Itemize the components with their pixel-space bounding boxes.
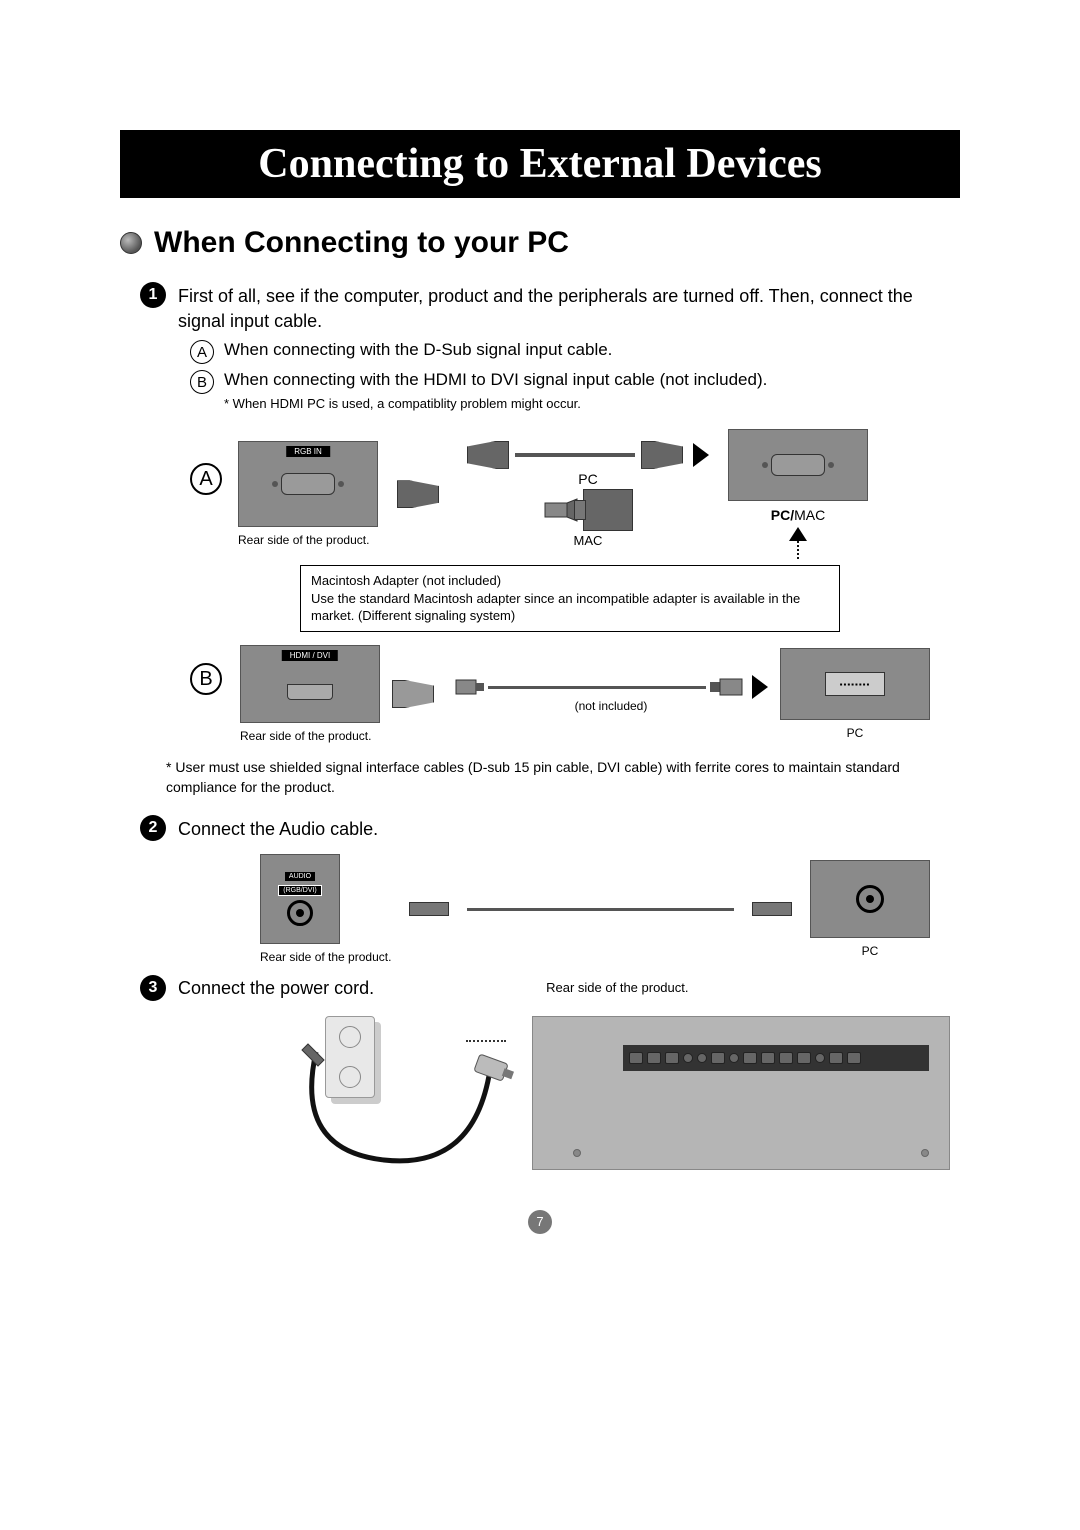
arrow-up-icon [789,527,807,541]
rgb-in-label: RGB IN [286,446,330,457]
pc-label-B: PC [847,726,864,740]
pc-vga-port [728,429,868,501]
audio-plug-icon [409,902,449,916]
mac-adapter-note: Macintosh Adapter (not included) Use the… [300,565,840,632]
page-number: 7 [528,1210,552,1234]
mac-adapter-icon [583,489,633,531]
diagram-letter-A-icon: A [190,463,222,495]
vga-port-icon [771,454,825,476]
step-2-text: Connect the Audio cable. [178,817,378,842]
hdmi-dvi-label: HDMI / DVI [282,650,338,661]
page-title: Connecting to External Devices [120,130,960,198]
step-1-text: First of all, see if the computer, produ… [178,284,960,334]
section-heading: When Connecting to your PC [120,226,960,260]
step-3: 3 Connect the power cord. Rear side of t… [140,974,960,1001]
shielded-cable-note: * User must use shielded signal interfac… [166,758,936,797]
diagram-row-B: B HDMI / DVI Rear side of the product. [190,644,930,744]
rear-caption-audio: Rear side of the product. [260,950,391,964]
step-number-3-icon: 3 [140,975,166,1001]
diagram-power [260,1016,950,1176]
pc-label-audio: PC [862,944,879,958]
audio-cable-icon [467,908,734,911]
power-cord-icon [294,1040,514,1190]
pcmac-pc: PC/ [771,507,794,523]
arrow-right-icon [752,675,768,699]
rear-caption-power: Rear side of the product. [546,980,688,995]
rear-caption-B: Rear side of the product. [240,729,380,743]
section-title-text: When Connecting to your PC [154,226,569,260]
hdmi-note: * When HDMI PC is used, a compatiblity p… [224,396,960,411]
cable-connector-icon [397,480,439,508]
letter-B-icon: B [190,370,214,394]
substep-A-text: When connecting with the D-Sub signal in… [224,340,612,360]
audio-jack-icon [287,900,313,926]
hdmi-dvi-port: HDMI / DVI [240,645,380,723]
rear-port-strip-icon [623,1045,929,1071]
cable-connector-icon [392,680,434,708]
substep-A: A When connecting with the D-Sub signal … [190,340,960,364]
arrow-right-icon [693,443,709,467]
diagram-audio: AUDIO (RGB/DVI) Rear side of the product… [260,854,930,964]
audio-label-top: AUDIO [285,872,315,881]
mac-label: MAC [574,533,603,548]
audio-jack-icon [856,885,884,913]
mac-adapter-note-body: Use the standard Macintosh adapter since… [311,591,800,624]
cable-connector-icon [641,441,683,469]
letter-A-icon: A [190,340,214,364]
pc-audio-port [810,860,930,938]
audio-label-bottom: (RGB/DVI) [278,885,321,896]
pc-label: PC [578,471,597,487]
audio-port-box: AUDIO (RGB/DVI) [260,854,340,944]
step-number-1-icon: 1 [140,282,166,308]
product-rear-panel [532,1016,950,1170]
step-number-2-icon: 2 [140,815,166,841]
hdmi-plug-icon [454,675,484,699]
audio-plug-icon [752,902,792,916]
not-included-label: (not included) [575,699,648,713]
step-2: 2 Connect the Audio cable. [140,815,960,842]
step-1: 1 First of all, see if the computer, pro… [140,282,960,334]
rear-caption-A: Rear side of the product. [238,533,378,547]
diagram-A-B: A RGB IN Rear side of the product. PC [190,429,930,744]
substep-B: B When connecting with the HDMI to DVI s… [190,370,960,394]
hdmi-port-icon [287,684,333,700]
mac-adapter-note-title: Macintosh Adapter (not included) [311,573,501,588]
diagram-letter-B-icon: B [190,663,222,695]
diagram-row-A: A RGB IN Rear side of the product. PC [190,429,930,559]
rgb-in-port: RGB IN [238,441,378,527]
pc-dvi-port: ▪▪▪▪▪▪▪▪ [780,648,930,720]
dvi-plug-icon [710,675,744,699]
pcmac-mac: MAC [794,507,825,523]
step-3-text: Connect the power cord. [178,976,374,1001]
dotted-line-icon [797,541,799,559]
dvi-port-icon: ▪▪▪▪▪▪▪▪ [825,672,885,696]
substep-B-text: When connecting with the HDMI to DVI sig… [224,370,767,390]
cable-connector-icon [467,441,509,469]
section-bullet-icon [120,232,142,254]
vga-port-icon [281,473,335,495]
